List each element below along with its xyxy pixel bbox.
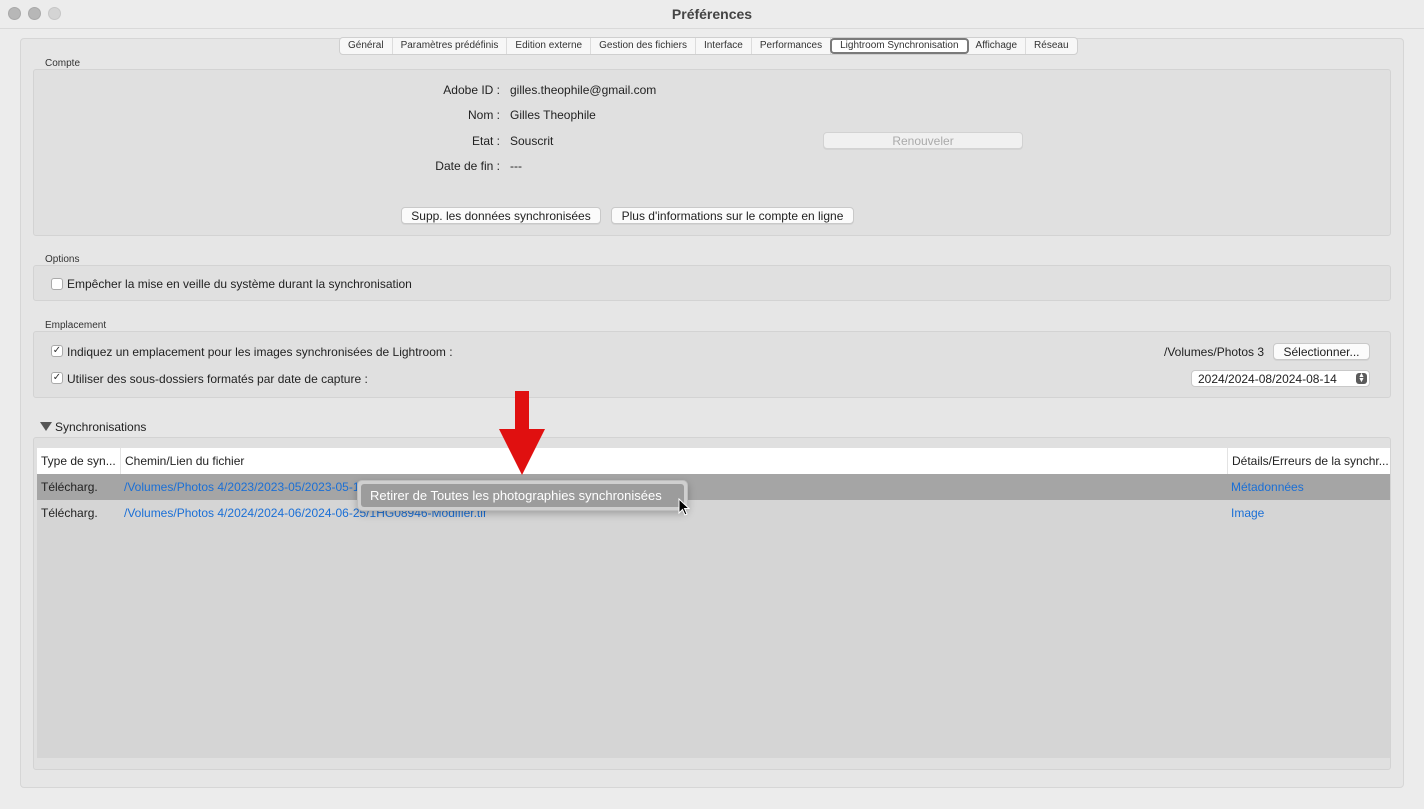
title-bar: Préférences [0, 0, 1424, 29]
location-path: /Volumes/Photos 3 [1164, 345, 1265, 359]
account-section-label: Compte [45, 58, 81, 69]
state-label: Etat : [471, 134, 500, 148]
tab-general[interactable]: Général [340, 38, 393, 54]
adobe-id-label: Adobe ID : [443, 83, 500, 97]
prevent-sleep-checkbox[interactable] [51, 278, 63, 290]
tab-presets[interactable]: Paramètres prédéfinis [393, 38, 508, 54]
tab-external-editing[interactable]: Edition externe [507, 38, 592, 54]
tab-lightroom-sync[interactable]: Lightroom Synchronisation [830, 38, 969, 54]
context-menu: Retirer de Toutes les photographies sync… [357, 480, 688, 511]
syncs-table: Type de syn... Chemin/Lien du fichier Dé… [37, 448, 1390, 758]
row-path-text: /Volumes/Photos 4/2024/2024-06/2024-06-2… [124, 506, 370, 520]
tab-network[interactable]: Réseau [1026, 38, 1076, 54]
row-details-link[interactable]: Métadonnées [1227, 474, 1390, 500]
remove-from-synced-menu-item[interactable]: Retirer de Toutes les photographies sync… [361, 484, 684, 507]
column-header-type[interactable]: Type de syn... [37, 448, 120, 474]
tab-display[interactable]: Affichage [968, 38, 1027, 54]
online-account-info-button[interactable]: Plus d'informations sur le compte en lig… [611, 207, 854, 224]
table-row[interactable]: Télécharg. /Volumes/Photos 4/2023/2023-0… [37, 474, 1390, 500]
delete-synced-data-button[interactable]: Supp. les données synchronisées [401, 207, 601, 224]
specify-location-label: Indiquez un emplacement pour les images … [67, 345, 453, 359]
end-date-label: Date de fin : [435, 159, 500, 173]
options-section-label: Options [45, 254, 80, 265]
prevent-sleep-label: Empêcher la mise en veille du système du… [67, 277, 412, 291]
name-value: Gilles Theophile [510, 108, 596, 122]
location-section-label: Emplacement [45, 320, 107, 331]
mouse-cursor-icon [678, 498, 690, 516]
column-header-details[interactable]: Détails/Erreurs de la synchr... [1227, 448, 1390, 474]
row-type: Télécharg. [41, 506, 98, 520]
table-row[interactable]: Télécharg. /Volumes/Photos 4/2024/2024-0… [37, 500, 1390, 526]
tab-performance[interactable]: Performances [752, 38, 832, 54]
date-format-value: 2024/2024-08/2024-08-14 [1198, 372, 1337, 386]
row-type: Télécharg. [41, 480, 98, 494]
red-arrow-annotation-icon [499, 391, 545, 475]
syncs-section-label: Synchronisations [55, 420, 147, 434]
select-location-button[interactable]: Sélectionner... [1273, 343, 1370, 360]
state-value: Souscrit [510, 134, 554, 148]
date-format-select[interactable]: 2024/2024-08/2024-08-14 ▲ ▼ [1191, 370, 1370, 387]
tab-bar: Général Paramètres prédéfinis Edition ex… [339, 37, 1078, 55]
window-title: Préférences [671, 6, 753, 22]
column-header-path[interactable]: Chemin/Lien du fichier [120, 448, 1227, 474]
select-stepper-icon: ▲ ▼ [1356, 372, 1367, 384]
adobe-id-value: gilles.theophile@gmail.com [510, 83, 657, 97]
specify-location-checkbox[interactable]: ✓ [51, 345, 63, 357]
subfolders-label: Utiliser des sous-dossiers formatés par … [67, 372, 368, 386]
tab-file-handling[interactable]: Gestion des fichiers [591, 38, 696, 54]
subfolders-checkbox[interactable]: ✓ [51, 372, 63, 384]
end-date-value: --- [510, 159, 522, 173]
renew-button[interactable]: Renouveler [823, 132, 1023, 149]
disclosure-triangle-icon[interactable] [40, 422, 52, 431]
location-group [33, 331, 1391, 398]
row-details-link[interactable]: Image [1227, 500, 1390, 526]
name-label: Nom : [467, 108, 500, 122]
tab-interface[interactable]: Interface [696, 38, 752, 54]
table-header: Type de syn... Chemin/Lien du fichier Dé… [37, 448, 1390, 474]
